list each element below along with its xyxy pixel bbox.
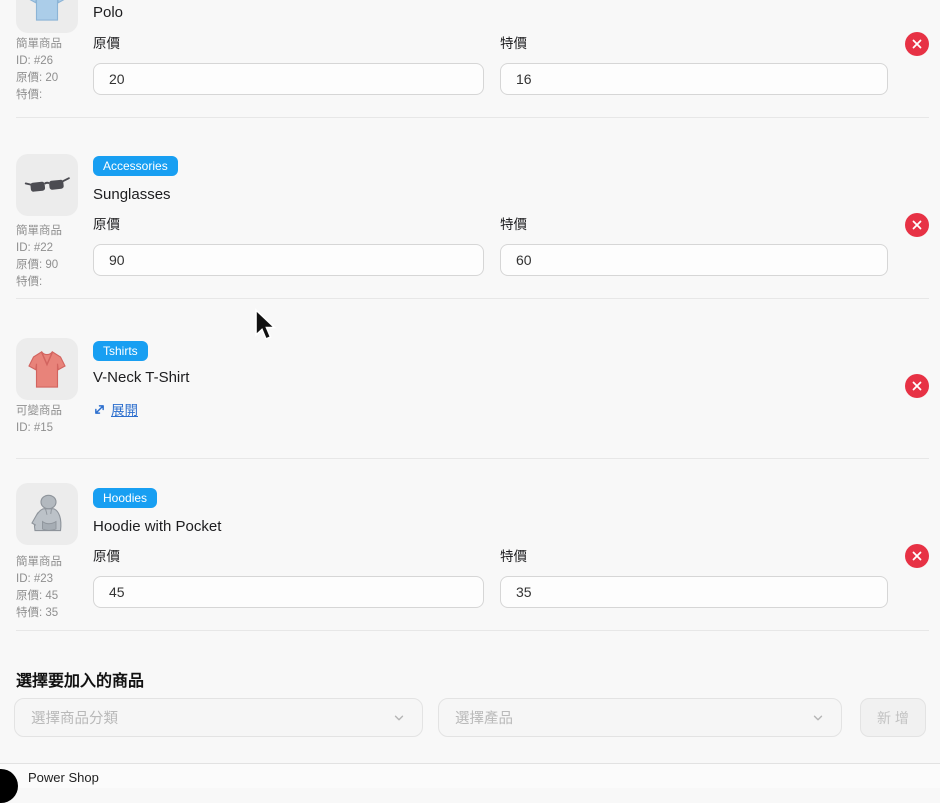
product-regular-meta: 原價: 45 — [16, 588, 92, 605]
product-name: V-Neck T-Shirt — [93, 369, 189, 386]
brand-name: Power Shop — [28, 770, 99, 785]
category-badge: Tshirts — [93, 341, 148, 361]
sunglasses-icon — [23, 161, 71, 209]
product-type: 簡單商品 — [16, 36, 92, 53]
remove-product-button[interactable] — [905, 213, 929, 237]
footer: Power Shop — [0, 763, 940, 788]
hoodie-icon — [23, 490, 71, 538]
product-sale-meta: 特價: — [16, 87, 92, 104]
corner-logo — [0, 769, 18, 803]
close-icon — [912, 381, 922, 391]
product-row: 簡單商品 ID: #23 原價: 45 特價: 35 Hoodies Hoodi… — [16, 460, 929, 631]
product-name: Hoodie with Pocket — [93, 518, 221, 535]
expand-icon — [93, 403, 106, 416]
polo-shirt-icon — [23, 0, 71, 26]
product-id: ID: #22 — [16, 240, 92, 257]
remove-product-button[interactable] — [905, 374, 929, 398]
product-select-placeholder: 選擇產品 — [455, 707, 513, 728]
product-row: 可變商品 ID: #15 Tshirts V-Neck T-Shirt 展開 — [16, 300, 929, 459]
product-type: 可變商品 — [16, 403, 92, 420]
add-section-heading: 選擇要加入的商品 — [16, 667, 144, 691]
chevron-down-icon — [811, 711, 825, 725]
product-id: ID: #23 — [16, 571, 92, 588]
product-type: 簡單商品 — [16, 223, 92, 240]
product-sale-meta: 特價: — [16, 274, 92, 291]
remove-product-button[interactable] — [905, 32, 929, 56]
expand-label: 展開 — [111, 399, 138, 419]
category-select[interactable]: 選擇商品分類 — [14, 698, 423, 737]
product-thumbnail-hoodie — [16, 483, 78, 545]
product-id: ID: #26 — [16, 53, 92, 70]
regular-price-input[interactable] — [93, 244, 484, 276]
product-row: 簡單商品 ID: #26 原價: 20 特價: Polo 原價 特價 — [16, 0, 929, 118]
sale-price-input[interactable] — [500, 576, 888, 608]
close-icon — [912, 551, 922, 561]
category-badge: Hoodies — [93, 488, 157, 508]
product-thumbnail-vneck — [16, 338, 78, 400]
product-sale-meta: 特價: 35 — [16, 605, 92, 622]
category-badge: Accessories — [93, 156, 178, 176]
product-select[interactable]: 選擇產品 — [438, 698, 842, 737]
v-neck-t-shirt-icon — [23, 345, 71, 393]
close-icon — [912, 220, 922, 230]
regular-price-input[interactable] — [93, 63, 484, 95]
regular-price-label: 原價 — [93, 545, 484, 565]
remove-product-button[interactable] — [905, 544, 929, 568]
product-name: Sunglasses — [93, 186, 171, 203]
product-regular-meta: 原價: 90 — [16, 257, 92, 274]
add-product-button[interactable]: 新 增 — [860, 698, 926, 737]
product-thumbnail-sunglasses — [16, 154, 78, 216]
product-type: 簡單商品 — [16, 554, 92, 571]
regular-price-label: 原價 — [93, 213, 484, 233]
product-id: ID: #15 — [16, 420, 92, 437]
product-thumbnail-polo — [16, 0, 78, 33]
sale-price-input[interactable] — [500, 63, 888, 95]
product-regular-meta: 原價: 20 — [16, 70, 92, 87]
regular-price-label: 原價 — [93, 32, 484, 52]
category-select-placeholder: 選擇商品分類 — [31, 707, 118, 728]
sale-price-label: 特價 — [500, 213, 888, 233]
product-row: 簡單商品 ID: #22 原價: 90 特價: Accessories Sung… — [16, 119, 929, 299]
expand-variations-link[interactable]: 展開 — [93, 399, 138, 419]
sale-price-label: 特價 — [500, 32, 888, 52]
add-product-section: 選擇要加入的商品 選擇商品分類 選擇產品 新 增 — [14, 632, 929, 763]
regular-price-input[interactable] — [93, 576, 484, 608]
chevron-down-icon — [392, 711, 406, 725]
close-icon — [912, 39, 922, 49]
sale-price-input[interactable] — [500, 244, 888, 276]
product-name: Polo — [93, 4, 123, 21]
sale-price-label: 特價 — [500, 545, 888, 565]
